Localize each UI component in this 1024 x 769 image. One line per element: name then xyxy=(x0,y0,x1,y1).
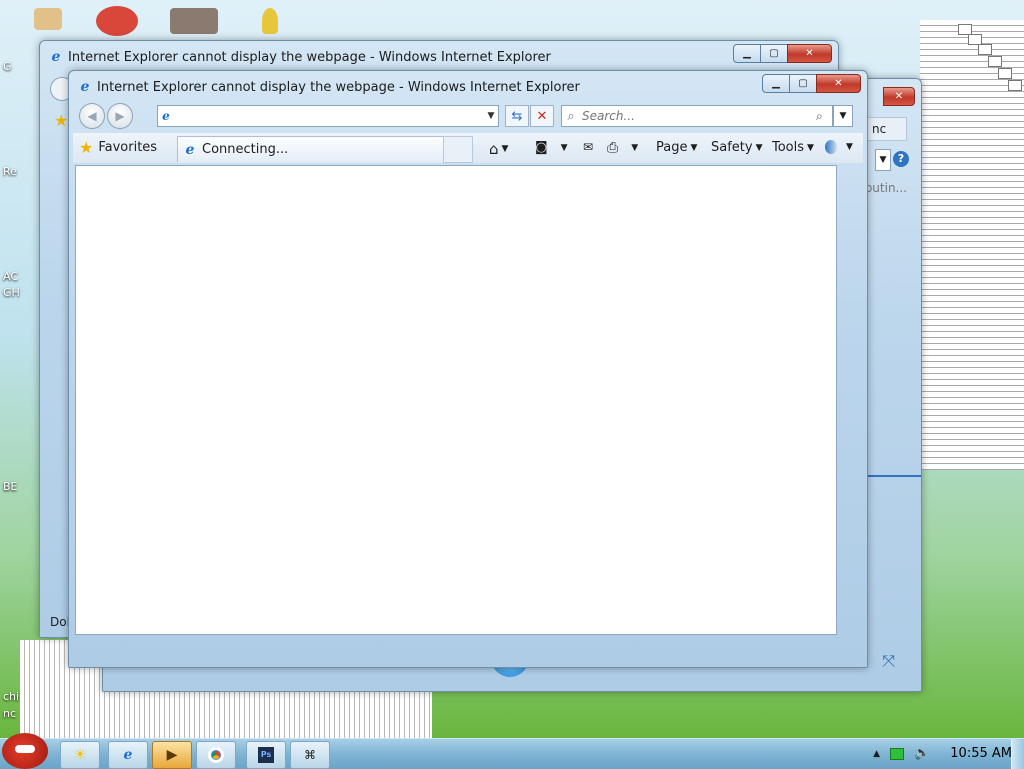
search-options-dropdown[interactable]: ▼ xyxy=(833,105,853,127)
taskbar-explorer-button[interactable]: ☀ xyxy=(60,741,100,769)
tab-label: Connecting... xyxy=(202,142,289,157)
behind-window-text: butin... xyxy=(864,181,907,195)
ie-icon: e xyxy=(51,49,61,65)
ie-icon: e xyxy=(80,79,90,95)
behind-window-tab-label: nc xyxy=(872,122,887,136)
taskbar-ie-icon: e xyxy=(123,747,133,763)
address-bar[interactable]: e ▼ xyxy=(157,105,499,127)
angry-bird-icon xyxy=(15,745,35,753)
front-window-title-bar: e Internet Explorer cannot display the w… xyxy=(77,79,580,95)
favorites-button[interactable]: ★ Favorites xyxy=(79,138,157,157)
back-window-title: Internet Explorer cannot display the web… xyxy=(68,49,551,65)
taskbar-photoshop-button[interactable]: Ps xyxy=(246,741,286,769)
front-window-title: Internet Explorer cannot display the web… xyxy=(97,79,580,95)
read-mail-button[interactable]: ✉ xyxy=(583,140,593,154)
back-maximize-button[interactable]: ▢ xyxy=(760,44,788,63)
cascade-caption-6 xyxy=(1008,80,1022,91)
cascade-caption-3 xyxy=(978,44,992,55)
address-input[interactable] xyxy=(174,107,484,125)
page-content-area[interactable] xyxy=(75,165,837,635)
desktop-label-chi: chi xyxy=(3,690,20,703)
behind-window-blue-line xyxy=(863,475,921,477)
back-minimize-button[interactable]: ▁ xyxy=(733,44,761,63)
page-icon: e xyxy=(162,109,170,123)
page-menu-label: Page xyxy=(656,140,688,155)
search-submit-icon[interactable]: ⌕ xyxy=(816,109,832,124)
media-player-icon: ▶ xyxy=(166,747,178,763)
minimize-button[interactable]: ▁ xyxy=(762,74,790,93)
back-button[interactable]: ◀ xyxy=(79,103,105,129)
desktop-label-be: BE xyxy=(3,480,18,493)
taskbar-app-button[interactable]: ⌘ xyxy=(290,741,330,769)
back-close-button[interactable]: ✕ xyxy=(787,44,832,63)
favorites-label: Favorites xyxy=(98,140,158,155)
new-tab-button[interactable] xyxy=(443,136,473,163)
address-dropdown-icon[interactable]: ▼ xyxy=(484,111,498,121)
command-bar: ★ Favorites e Connecting... ⌂ ▼ ◙ ▼ ✉ ⎙ ▼ P… xyxy=(73,133,863,163)
desktop-label-re: Re xyxy=(3,165,17,178)
mail-icon: ✉ xyxy=(583,140,594,154)
desktop-label-ac: AC xyxy=(3,270,19,283)
search-input[interactable] xyxy=(580,108,816,124)
back-status-text: Dol xyxy=(50,615,70,629)
feeds-button[interactable]: ◙ ▼ xyxy=(535,140,568,155)
forward-button[interactable]: ▶ xyxy=(107,103,133,129)
desktop-label-gh: GH xyxy=(3,286,20,299)
search-box[interactable]: ⌕ ⌕ xyxy=(561,105,833,127)
behind-window-tab[interactable]: nc xyxy=(867,117,907,141)
desktop-icon-4[interactable] xyxy=(262,8,278,34)
taskbar-media-player-button[interactable]: ▶ xyxy=(152,741,192,769)
front-ie-window[interactable]: e Internet Explorer cannot display the w… xyxy=(68,70,868,668)
behind-window-dropdown[interactable]: ▼ xyxy=(875,149,891,171)
photoshop-icon: Ps xyxy=(258,747,274,763)
tools-menu[interactable]: Tools ▼ xyxy=(772,140,814,155)
printer-icon: ⎙ xyxy=(607,140,619,156)
taskbar-ie-button[interactable]: e xyxy=(108,741,148,769)
favorites-star-icon: ★ xyxy=(79,138,94,157)
page-menu[interactable]: Page ▼ xyxy=(656,140,697,155)
system-tray: ▲ 🔈 10:55 AM xyxy=(873,746,1012,761)
help-menu[interactable]: ▼ xyxy=(825,140,853,154)
clock[interactable]: 10:55 AM xyxy=(950,746,1012,761)
start-button[interactable] xyxy=(2,733,48,769)
taskbar-chrome-button[interactable] xyxy=(196,741,236,769)
tab-ie-icon: e xyxy=(185,141,195,158)
print-button[interactable]: ⎙ ▼ xyxy=(607,140,638,156)
search-icon: ⌕ xyxy=(567,108,575,124)
expand-icon[interactable]: ⤧ xyxy=(882,651,895,671)
rss-feed-icon: ◙ xyxy=(535,140,548,155)
behind-window-close-button[interactable]: ✕ xyxy=(883,87,915,106)
help-circle-icon xyxy=(825,140,837,154)
cascade-caption-5 xyxy=(998,68,1012,79)
sun-folder-icon: ☀ xyxy=(73,747,87,763)
close-button[interactable]: ✕ xyxy=(816,74,861,93)
chrome-icon xyxy=(208,747,224,763)
maximize-button[interactable]: ▢ xyxy=(789,74,817,93)
cascade-caption-4 xyxy=(988,56,1002,67)
desktop-icon-2[interactable] xyxy=(96,6,138,36)
volume-icon[interactable]: 🔈 xyxy=(914,746,930,761)
network-icon[interactable] xyxy=(890,747,905,760)
navigation-bar: ◀ ▶ e ▼ ⇆ ✕ ⌕ ⌕ ▼ xyxy=(75,101,861,129)
show-desktop-button[interactable] xyxy=(1011,739,1024,769)
refresh-button[interactable]: ⇆ xyxy=(505,105,529,127)
show-hidden-icons-icon[interactable]: ▲ xyxy=(873,749,880,759)
desktop-icon-3[interactable] xyxy=(170,8,218,34)
back-window-title-bar: e Internet Explorer cannot display the w… xyxy=(48,49,551,65)
tools-menu-label: Tools xyxy=(772,140,805,155)
tab-connecting[interactable]: e Connecting... xyxy=(177,136,447,162)
desktop-label-g: G xyxy=(3,60,12,73)
home-button[interactable]: ⌂ ▼ xyxy=(489,140,508,158)
taskbar: ☀ e ▶ Ps ⌘ ▲ 🔈 10:55 AM xyxy=(0,733,1024,769)
help-icon[interactable]: ? xyxy=(893,151,909,167)
desktop-label-nc: nc xyxy=(3,707,17,720)
app-icon: ⌘ xyxy=(304,748,316,762)
safety-menu[interactable]: Safety ▼ xyxy=(711,140,763,155)
stop-button[interactable]: ✕ xyxy=(530,105,554,127)
desktop-icon-1[interactable] xyxy=(34,8,62,30)
safety-menu-label: Safety xyxy=(711,140,753,155)
back-favorites-star-icon[interactable]: ★ xyxy=(54,111,68,130)
home-icon: ⌂ xyxy=(489,140,499,158)
